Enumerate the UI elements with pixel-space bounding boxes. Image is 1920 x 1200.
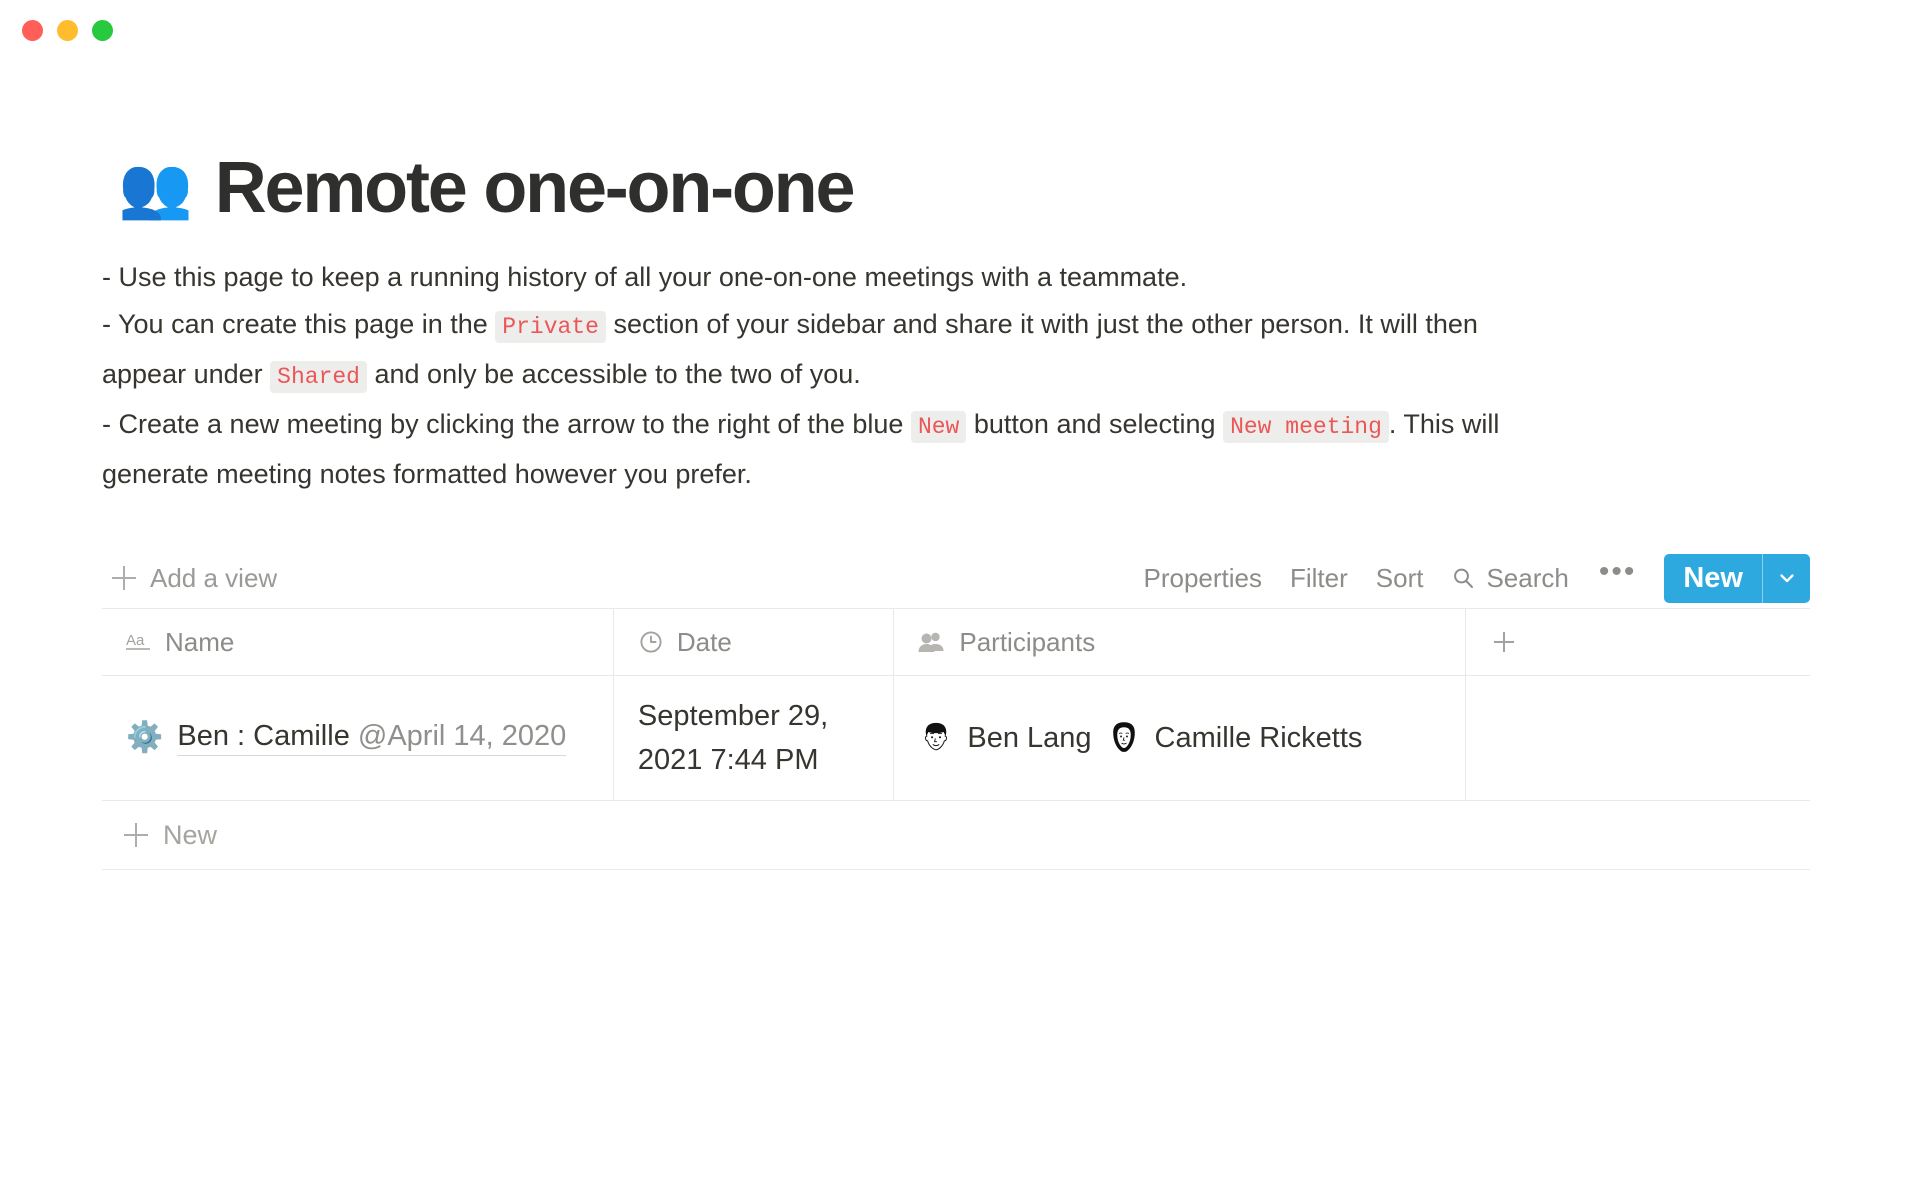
avatar [1112, 722, 1135, 752]
gear-icon: ⚙️ [126, 721, 164, 754]
description-line-2-text-c: and only be accessible to the two of you… [374, 359, 861, 389]
description-line-3-text-b: button and selecting [973, 409, 1216, 439]
column-header-date-label: Date [676, 626, 732, 657]
new-button-dropdown[interactable] [1763, 554, 1810, 603]
search-label: Search [1486, 562, 1569, 593]
column-header-participants[interactable]: Participants [894, 609, 1467, 675]
page-content: 👥 Remote one-on-one - Use this page to k… [0, 152, 1920, 870]
new-row-label: New [163, 819, 218, 850]
table-row[interactable]: ⚙️ Ben : Camille @April 14, 2020 Septemb… [102, 675, 1810, 800]
cell-empty [1466, 676, 1810, 800]
participant-name: Ben Lang [967, 721, 1092, 754]
minimize-button[interactable] [57, 19, 78, 41]
column-header-name-label: Name [165, 626, 235, 657]
page-link[interactable]: Ben : Camille @April 14, 2020 [177, 720, 567, 756]
description-line-1: - Use this page to keep a running histor… [102, 254, 1502, 301]
properties-button[interactable]: Properties [1129, 555, 1276, 602]
more-options-button[interactable]: ••• [1583, 557, 1653, 599]
page-title: Remote one-on-one [214, 148, 856, 228]
code-shared: Shared [270, 361, 367, 393]
people-emoji-icon: 👥 [118, 154, 193, 221]
clock-icon [638, 629, 664, 655]
add-view-button[interactable]: Add a view [102, 557, 287, 600]
filter-button[interactable]: Filter [1276, 555, 1362, 602]
participant-ben-lang[interactable]: Ben Lang [918, 720, 1092, 756]
new-button-group: New [1664, 553, 1810, 603]
cell-participants[interactable]: Ben Lang Camille Ricketts [894, 676, 1467, 800]
add-column-button[interactable] [1466, 609, 1810, 675]
database-table: Aa Name Date Participants ⚙️ Ben: Camil… [102, 608, 1810, 870]
date-mention: @April 14, 2020 [357, 720, 567, 752]
people-icon [918, 630, 946, 654]
search-icon [1454, 568, 1474, 588]
date-value: September 29, 2021 7:44 PM [637, 700, 829, 776]
plus-icon [112, 566, 136, 590]
description-line-1-text: - Use this page to keep a running histor… [102, 262, 1188, 292]
chevron-down-icon [1779, 574, 1794, 583]
avatar [925, 722, 948, 751]
new-row-button[interactable]: New [102, 800, 1810, 870]
svg-text:Aa: Aa [126, 632, 145, 649]
window-titlebar [0, 0, 1920, 60]
sort-button[interactable]: Sort [1362, 555, 1438, 602]
add-view-label: Add a view [150, 562, 278, 593]
description-line-2: - You can create this page in the Privat… [102, 301, 1502, 401]
participant-camille-ricketts[interactable]: Camille Ricketts [1106, 720, 1363, 756]
search-button[interactable]: Search [1437, 555, 1582, 602]
text-aa-icon: Aa [126, 631, 152, 653]
cell-name[interactable]: ⚙️ Ben : Camille @April 14, 2020 [102, 676, 614, 800]
table-header-row: Aa Name Date Participants [102, 608, 1810, 675]
new-button[interactable]: New [1664, 554, 1762, 603]
page-description: - Use this page to keep a running histor… [102, 254, 1502, 498]
view-toolbar: Add a view Properties Filter Sort Search… [102, 550, 1810, 606]
page-link-title: Ben : Camille [177, 720, 358, 752]
description-line-2-text-a: - You can create this page in the [102, 309, 488, 339]
code-new-meeting: New meeting [1223, 411, 1389, 443]
close-button[interactable] [22, 19, 43, 41]
description-line-3-text-a: - Create a new meeting by clicking the a… [102, 409, 904, 439]
cell-date[interactable]: September 29, 2021 7:44 PM [614, 676, 895, 800]
zoom-button[interactable] [92, 19, 113, 41]
code-private: Private [495, 311, 606, 343]
code-new: New [910, 411, 967, 443]
participant-name: Camille Ricketts [1154, 721, 1363, 754]
plus-icon [1490, 628, 1518, 656]
page-header: 👥 Remote one-on-one [118, 152, 1810, 224]
column-header-date[interactable]: Date [614, 609, 895, 675]
description-line-3: - Create a new meeting by clicking the a… [102, 401, 1502, 498]
plus-icon [124, 823, 148, 847]
column-header-participants-label: Participants [959, 626, 1096, 657]
view-toolbar-actions: Properties Filter Sort Search ••• New [1129, 553, 1810, 603]
column-header-name[interactable]: Aa Name [102, 609, 614, 675]
